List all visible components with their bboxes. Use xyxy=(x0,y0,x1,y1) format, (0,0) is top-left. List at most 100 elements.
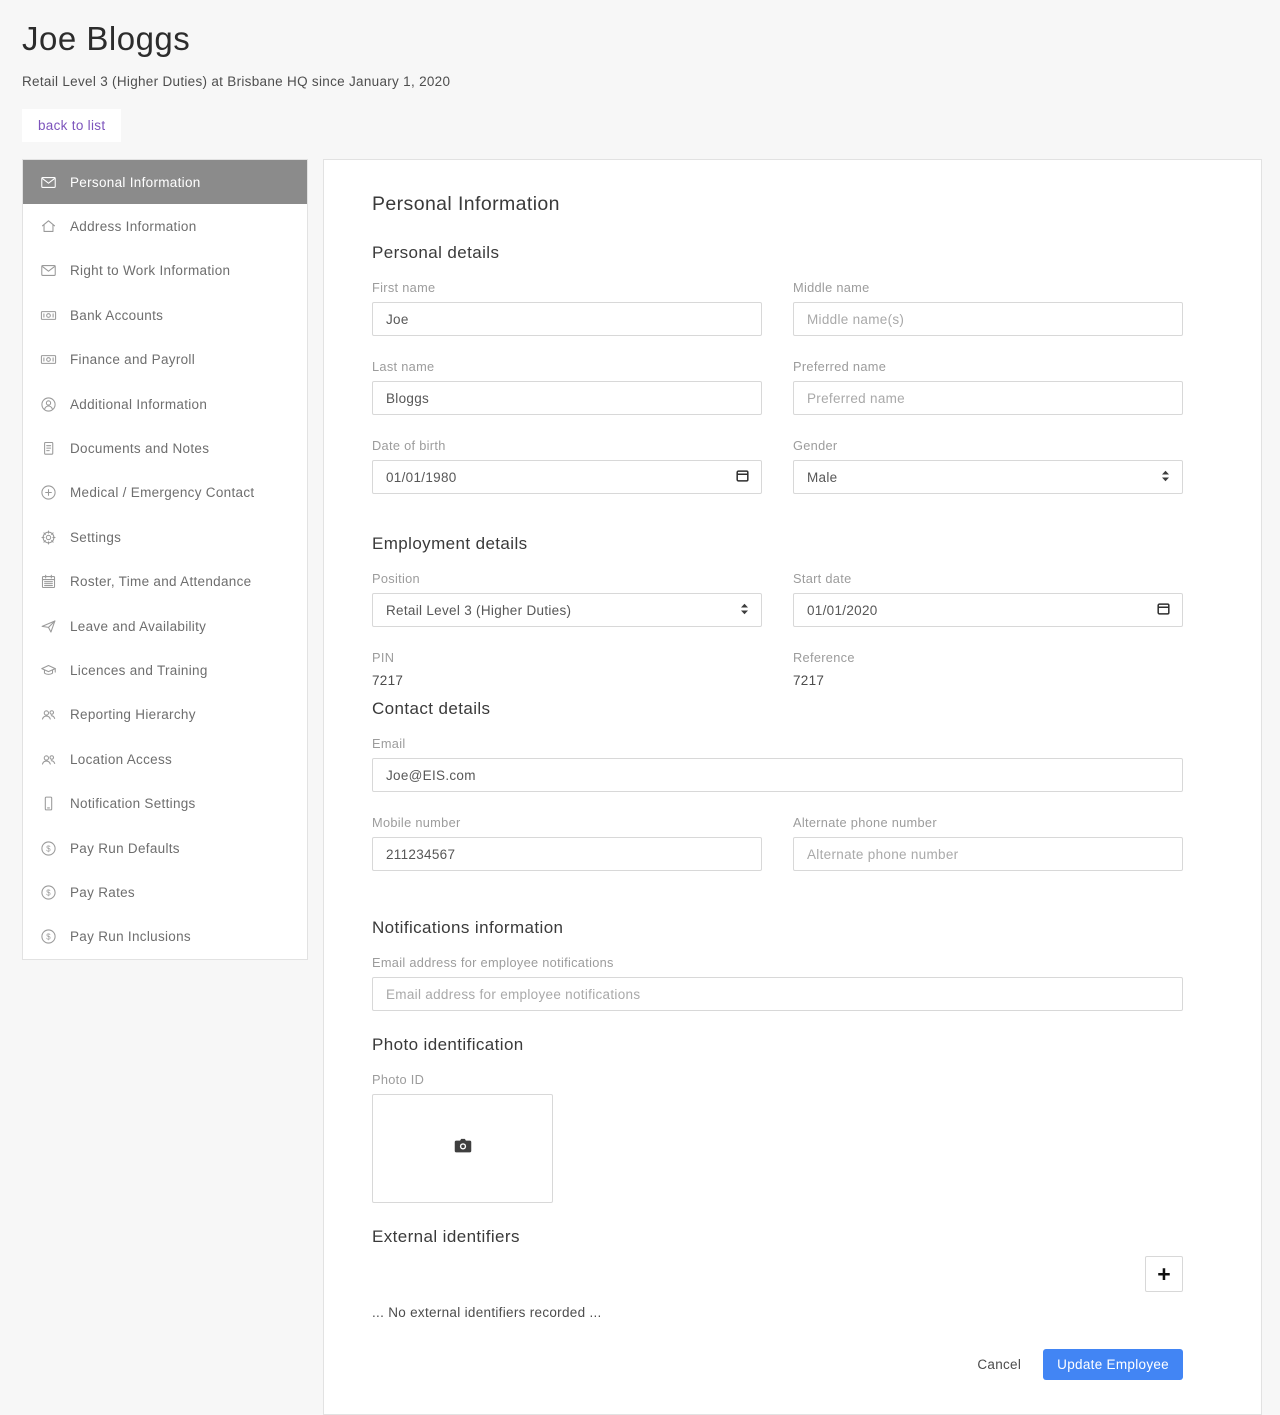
medical-cross-icon xyxy=(40,484,57,501)
sidebar-item-settings[interactable]: Settings xyxy=(23,515,307,559)
sidebar-item-pay-rates[interactable]: $ Pay Rates xyxy=(23,870,307,914)
sidebar-item-bank-accounts[interactable]: Bank Accounts xyxy=(23,293,307,337)
svg-text:$: $ xyxy=(46,933,51,942)
sidebar-item-finance-and-payroll[interactable]: Finance and Payroll xyxy=(23,338,307,382)
first-name-input[interactable] xyxy=(372,302,762,336)
home-icon xyxy=(40,218,57,235)
notification-email-field: Email address for employee notifications xyxy=(372,955,1183,1011)
position-field: Position Retail Level 3 (Higher Duties) xyxy=(372,571,762,627)
sidebar-item-location-access[interactable]: Location Access xyxy=(23,737,307,781)
notification-email-input[interactable] xyxy=(372,977,1183,1011)
dollar-circle-icon: $ xyxy=(40,928,57,945)
start-date-label: Start date xyxy=(793,571,1183,586)
sidebar-item-licences-and-training[interactable]: Licences and Training xyxy=(23,648,307,692)
reference-label: Reference xyxy=(793,650,1183,665)
sidebar-item-label: Leave and Availability xyxy=(70,619,206,634)
date-of-birth-label: Date of birth xyxy=(372,438,762,453)
people-icon xyxy=(40,706,57,723)
dollar-circle-icon: $ xyxy=(40,840,57,857)
start-date-input[interactable]: 01/01/2020 xyxy=(793,593,1183,627)
select-updown-icon xyxy=(1160,469,1171,486)
preferred-name-input[interactable] xyxy=(793,381,1183,415)
employee-role-subtitle: Retail Level 3 (Higher Duties) at Brisba… xyxy=(22,74,1262,89)
sidebar-item-pay-run-defaults[interactable]: $ Pay Run Defaults xyxy=(23,826,307,870)
date-of-birth-field: Date of birth 01/01/1980 xyxy=(372,438,762,494)
reference-value: 7217 xyxy=(793,673,1183,688)
gender-field: Gender Male xyxy=(793,438,1183,494)
add-external-identifier-button[interactable]: + xyxy=(1145,1256,1183,1292)
sidebar-item-notification-settings[interactable]: Notification Settings xyxy=(23,781,307,825)
sidebar-item-label: Pay Run Inclusions xyxy=(70,929,191,944)
sidebar-item-leave-and-availability[interactable]: Leave and Availability xyxy=(23,604,307,648)
sidebar-item-pay-run-inclusions[interactable]: $ Pay Run Inclusions xyxy=(23,915,307,959)
pin-value: 7217 xyxy=(372,673,762,688)
last-name-field: Last name xyxy=(372,359,762,415)
position-select[interactable]: Retail Level 3 (Higher Duties) xyxy=(372,593,762,627)
sidebar-item-additional-information[interactable]: Additional Information xyxy=(23,382,307,426)
sidebar-item-roster-time-attendance[interactable]: Roster, Time and Attendance xyxy=(23,560,307,604)
sidebar-item-right-to-work-information[interactable]: Right to Work Information xyxy=(23,249,307,293)
mobile-number-field: Mobile number xyxy=(372,815,762,871)
preferred-name-label: Preferred name xyxy=(793,359,1183,374)
content-row: Personal Information Address Information R… xyxy=(22,159,1262,1415)
employment-details-heading: Employment details xyxy=(372,534,1183,554)
sidebar-item-label: Pay Run Defaults xyxy=(70,841,180,856)
photo-id-label: Photo ID xyxy=(372,1072,1183,1087)
mobile-number-input[interactable] xyxy=(372,837,762,871)
page-title: Joe Bloggs xyxy=(22,20,1262,58)
middle-name-label: Middle name xyxy=(793,280,1183,295)
sidebar-item-label: Additional Information xyxy=(70,397,207,412)
sidebar-item-label: Address Information xyxy=(70,219,197,234)
sidebar-item-label: Location Access xyxy=(70,752,172,767)
gender-select[interactable]: Male xyxy=(793,460,1183,494)
mobile-number-label: Mobile number xyxy=(372,815,762,830)
form-actions: Cancel Update Employee xyxy=(372,1349,1183,1394)
external-identifiers-heading: External identifiers xyxy=(372,1227,1183,1247)
calendar-picker-icon[interactable] xyxy=(735,468,750,486)
sidebar-item-label: Pay Rates xyxy=(70,885,135,900)
middle-name-field: Middle name xyxy=(793,280,1183,336)
sidebar-item-label: Medical / Emergency Contact xyxy=(70,485,254,500)
back-to-list-button[interactable]: back to list xyxy=(22,109,121,142)
svg-text:$: $ xyxy=(46,844,51,853)
cancel-button[interactable]: Cancel xyxy=(977,1357,1021,1372)
sidebar-item-label: Right to Work Information xyxy=(70,263,230,278)
envelope-icon xyxy=(40,174,57,191)
sidebar-item-label: Licences and Training xyxy=(70,663,208,678)
sidebar-item-medical-emergency-contact[interactable]: Medical / Emergency Contact xyxy=(23,471,307,515)
last-name-input[interactable] xyxy=(372,381,762,415)
photo-identification-heading: Photo identification xyxy=(372,1035,1183,1055)
personal-information-panel: Personal Information Personal details Fi… xyxy=(323,159,1262,1415)
envelope-icon xyxy=(40,262,57,279)
panel-title: Personal Information xyxy=(372,193,1183,216)
external-identifiers-empty-text: ... No external identifiers recorded ... xyxy=(372,1305,1183,1320)
photo-id-upload[interactable] xyxy=(372,1094,553,1203)
sidebar-item-reporting-hierarchy[interactable]: Reporting Hierarchy xyxy=(23,693,307,737)
sidebar-item-personal-information[interactable]: Personal Information xyxy=(23,160,307,204)
position-label: Position xyxy=(372,571,762,586)
airplane-icon xyxy=(40,618,57,635)
sidebar-item-documents-and-notes[interactable]: Documents and Notes xyxy=(23,426,307,470)
camera-icon xyxy=(452,1135,474,1162)
banknote-icon xyxy=(40,351,57,368)
employee-sections-sidebar: Personal Information Address Information R… xyxy=(22,159,308,960)
update-employee-button[interactable]: Update Employee xyxy=(1043,1349,1183,1380)
svg-text:$: $ xyxy=(46,888,51,897)
gender-label: Gender xyxy=(793,438,1183,453)
employee-detail-page: Joe Bloggs Retail Level 3 (Higher Duties… xyxy=(0,0,1280,1415)
calendar-icon xyxy=(40,573,57,590)
sidebar-item-label: Personal Information xyxy=(70,175,201,190)
calendar-picker-icon[interactable] xyxy=(1156,601,1171,619)
sidebar-item-label: Roster, Time and Attendance xyxy=(70,574,251,589)
sidebar-item-address-information[interactable]: Address Information xyxy=(23,204,307,248)
personal-details-heading: Personal details xyxy=(372,243,1183,263)
email-input[interactable] xyxy=(372,758,1183,792)
date-of-birth-input[interactable]: 01/01/1980 xyxy=(372,460,762,494)
last-name-label: Last name xyxy=(372,359,762,374)
middle-name-input[interactable] xyxy=(793,302,1183,336)
dollar-circle-icon: $ xyxy=(40,884,57,901)
email-field: Email xyxy=(372,736,1183,792)
first-name-label: First name xyxy=(372,280,762,295)
alternate-phone-input[interactable] xyxy=(793,837,1183,871)
graduation-cap-icon xyxy=(40,662,57,679)
